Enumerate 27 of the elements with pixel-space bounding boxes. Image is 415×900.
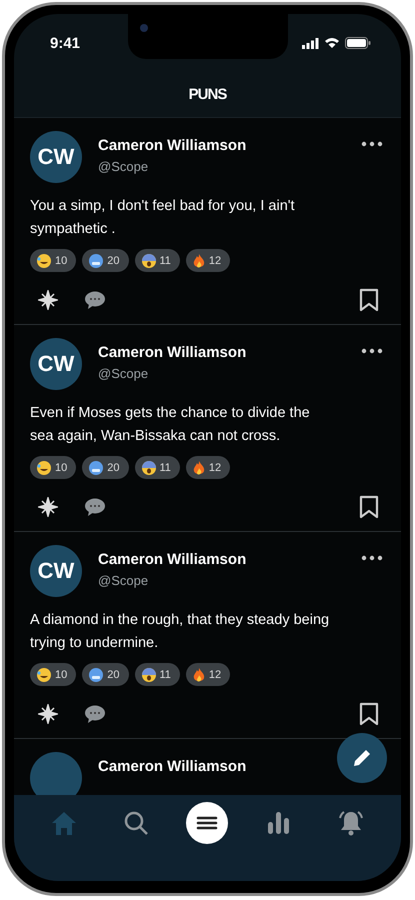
post-text: Even if Moses gets the chance to divide the sea again, Wan-Bissaka can not cross. <box>30 404 311 446</box>
reaction-chip[interactable]: 10 <box>30 249 76 272</box>
reaction-chip[interactable]: 10 <box>30 456 76 479</box>
author-handle: @Scope <box>98 159 148 174</box>
author-name: Cameron Williamson <box>98 551 246 568</box>
author-handle: @Scope <box>98 573 148 588</box>
reaction-chip[interactable]: 11 <box>134 663 180 686</box>
author-handle: @Scope <box>98 366 148 381</box>
avatar: CW <box>30 338 82 390</box>
reaction-chip[interactable]: 20 <box>82 456 128 479</box>
author-name: Cameron Williamson <box>98 758 246 775</box>
reaction-chip[interactable]: 12 <box>186 456 230 479</box>
post-text: You a simp, I don't feel bad for you, I ain't sympathetic . <box>30 197 296 239</box>
status-time: 9:41 <box>50 34 80 52</box>
author-name: Cameron Williamson <box>98 344 246 361</box>
reaction-chip[interactable]: 12 <box>186 249 230 272</box>
reaction-chip[interactable]: 11 <box>134 249 180 272</box>
app-title: PUNS <box>188 86 226 103</box>
reaction-chip[interactable]: 10 <box>30 663 76 686</box>
reaction-chip[interactable]: 11 <box>134 456 180 479</box>
reaction-chip[interactable]: 12 <box>186 663 230 686</box>
avatar: CW <box>30 131 82 183</box>
author-name: Cameron Williamson <box>98 137 246 154</box>
reaction-chip[interactable]: 20 <box>82 249 128 272</box>
post-text: A diamond in the rough, that they steady being trying to undermine. <box>30 611 330 653</box>
avatar: CW <box>30 545 82 597</box>
reaction-chip[interactable]: 20 <box>82 663 128 686</box>
